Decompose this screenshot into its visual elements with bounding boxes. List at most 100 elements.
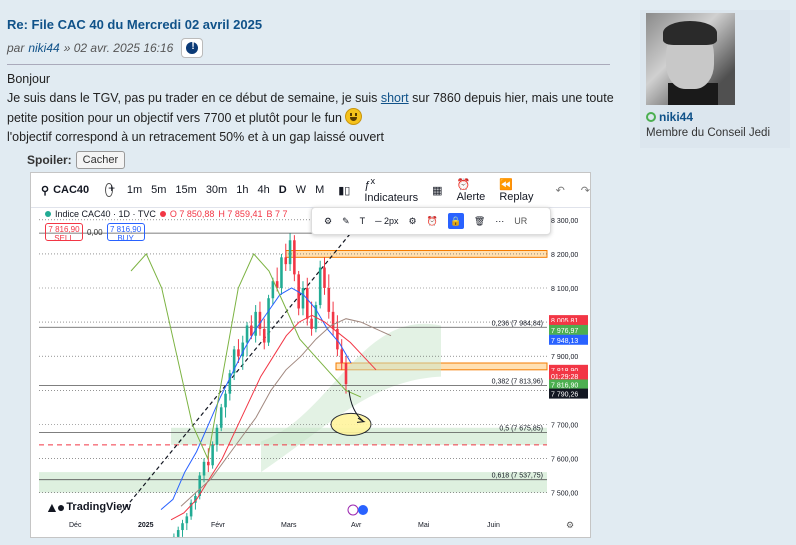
replay-button[interactable]: ⏪ Replay (499, 178, 533, 203)
author-profile: niki44 Membre du Conseil Jedi (640, 10, 790, 148)
buy-label: BUY (117, 234, 134, 243)
y-tick-label: 7 700,00 (551, 422, 578, 429)
undo-icon[interactable]: ↶ (556, 184, 565, 197)
candle (267, 298, 270, 343)
layouts-icon[interactable]: ▦ (432, 184, 442, 197)
timeframe-1h[interactable]: 1h (236, 184, 248, 196)
content-line-1: Bonjour (7, 72, 51, 86)
legend-open: O 7 850,88 (169, 209, 215, 219)
watermark-text: TradingView (66, 501, 131, 513)
content-text: petite position pour un objectif vers 77… (7, 111, 342, 125)
profile-rank: Membre du Conseil Jedi (646, 127, 771, 139)
timeframe-5m[interactable]: 5m (151, 184, 166, 196)
red-dot-icon (159, 211, 166, 217)
candle-type-icon[interactable]: ▮▯ (338, 184, 350, 197)
y-tick-label: 7 600,00 (551, 456, 578, 463)
alert-add-icon[interactable]: ⏰ (427, 216, 438, 227)
tv-tools: ▮▯ ƒx Indicateurs ▦ ⏰ Alerte ⏪ Replay (338, 176, 533, 204)
price-badge-label: 7 790,26 (551, 392, 578, 399)
candle (323, 267, 326, 288)
candle (250, 325, 253, 336)
symbol-search[interactable]: ⚲ CAC40 (41, 184, 89, 197)
trash-icon[interactable]: 🗑 (474, 216, 485, 227)
spoiler-label: Spoiler: (27, 153, 72, 167)
candle (331, 311, 335, 329)
candle (237, 349, 240, 357)
candle (219, 407, 223, 428)
fib-label: 0,618 (7 537,75) (492, 473, 543, 480)
timeframe-15m[interactable]: 15m (175, 184, 196, 196)
candle (211, 444, 214, 466)
alert-button[interactable]: ⏰ Alerte (457, 178, 486, 203)
buy-button[interactable]: 7 816,90 BUY (106, 223, 145, 243)
drawing-toolbar: ⚙ ✎ T ─ 2px ⚙ ⏰ 🔒 🗑 ⋯ UR (311, 207, 551, 235)
fib-label: 0,382 (7 813,96) (492, 379, 543, 386)
timeframe-30m[interactable]: 30m (206, 184, 227, 196)
x-tick-label: Avr (351, 522, 362, 529)
market-status-icon (45, 211, 51, 217)
more-icon[interactable]: ⋯ (495, 216, 504, 227)
add-symbol-icon[interactable] (105, 181, 115, 197)
y-tick-label: 8 100,00 (551, 286, 578, 293)
candle (215, 427, 219, 445)
line-width-icon[interactable]: ─ 2px (375, 216, 398, 226)
candle (271, 281, 275, 299)
post-author-line: par niki44 » 02 avr. 2025 16:16 ! (7, 38, 204, 58)
short-link[interactable]: short (381, 91, 409, 105)
post-title[interactable]: Re: File CAC 40 du Mercredi 02 avril 202… (7, 17, 262, 32)
x-tick-label: Déc (69, 522, 82, 529)
symbol-label: CAC40 (53, 184, 90, 196)
indicators-button[interactable]: ƒx Indicateurs (364, 176, 418, 204)
timeframe-4h[interactable]: 4h (257, 184, 269, 196)
buy-price: 7 816,90 (110, 225, 142, 234)
timeframe-selector: 1m 5m 15m 30m 1h 4h D W M (127, 184, 324, 196)
online-status-icon (646, 112, 656, 122)
content-line-3: petite position pour un objectif vers 77… (7, 108, 617, 128)
timeframe-D[interactable]: D (279, 184, 287, 196)
alert-label: Alerte (456, 190, 486, 203)
text-color-icon[interactable]: T (360, 216, 366, 226)
smiley-icon (345, 108, 363, 125)
timeframe-M[interactable]: M (315, 184, 324, 196)
search-icon: ⚲ (41, 184, 50, 197)
timeframe-W[interactable]: W (296, 184, 306, 196)
price-chart[interactable]: 0 (8 261,05)0,236 (7 984,84)0,382 (7 813… (31, 207, 590, 537)
spoiler-header: Spoiler: Cacher (27, 151, 126, 169)
avatar[interactable] (646, 13, 735, 105)
x-tick-label: Mai (418, 522, 430, 529)
timeframe-1m[interactable]: 1m (127, 184, 142, 196)
pencil-icon[interactable]: ✎ (342, 216, 350, 227)
profile-username[interactable]: niki44 (659, 110, 693, 124)
event-icon (358, 505, 368, 515)
content-line-4: l'objectif correspond à un retracement 5… (7, 130, 384, 144)
x-tick-label: Mars (281, 522, 297, 529)
candle (288, 240, 292, 265)
tradingview-watermark: ▲● TradingView (45, 499, 131, 515)
redo-icon[interactable]: ↷ (581, 184, 590, 197)
legend-name: Indice CAC40 · 1D · TVC (55, 209, 156, 219)
candle (284, 257, 288, 265)
ichimoku-cloud (261, 323, 441, 473)
settings-icon[interactable]: ⚙ (409, 216, 417, 227)
lock-icon[interactable]: 🔒 (447, 213, 464, 229)
profile-name[interactable]: niki44 (646, 110, 693, 124)
spoiler-hide-button[interactable]: Cacher (75, 151, 126, 169)
y-tick-label: 7 500,00 (551, 491, 578, 498)
candle (224, 393, 227, 408)
candle (318, 267, 322, 306)
report-icon[interactable]: ! (181, 38, 204, 58)
content-text: Je suis dans le TGV, pas pu trader en ce… (7, 91, 378, 105)
tv-logo-icon: ▲● (45, 499, 65, 515)
candle (181, 523, 184, 531)
post-date: » 02 avr. 2025 16:16 (63, 41, 174, 55)
author-link[interactable]: niki44 (28, 41, 59, 55)
candle (245, 325, 249, 343)
template-icon[interactable]: ⚙ (324, 216, 332, 227)
candle (340, 349, 343, 363)
candle (280, 257, 283, 288)
fib-label: 0,5 (7 675,85) (499, 426, 543, 433)
candle (301, 288, 305, 309)
legend-low: B 7 7 (266, 209, 288, 219)
sell-button[interactable]: 7 816,90 SELL (45, 223, 83, 243)
candle (305, 288, 309, 319)
